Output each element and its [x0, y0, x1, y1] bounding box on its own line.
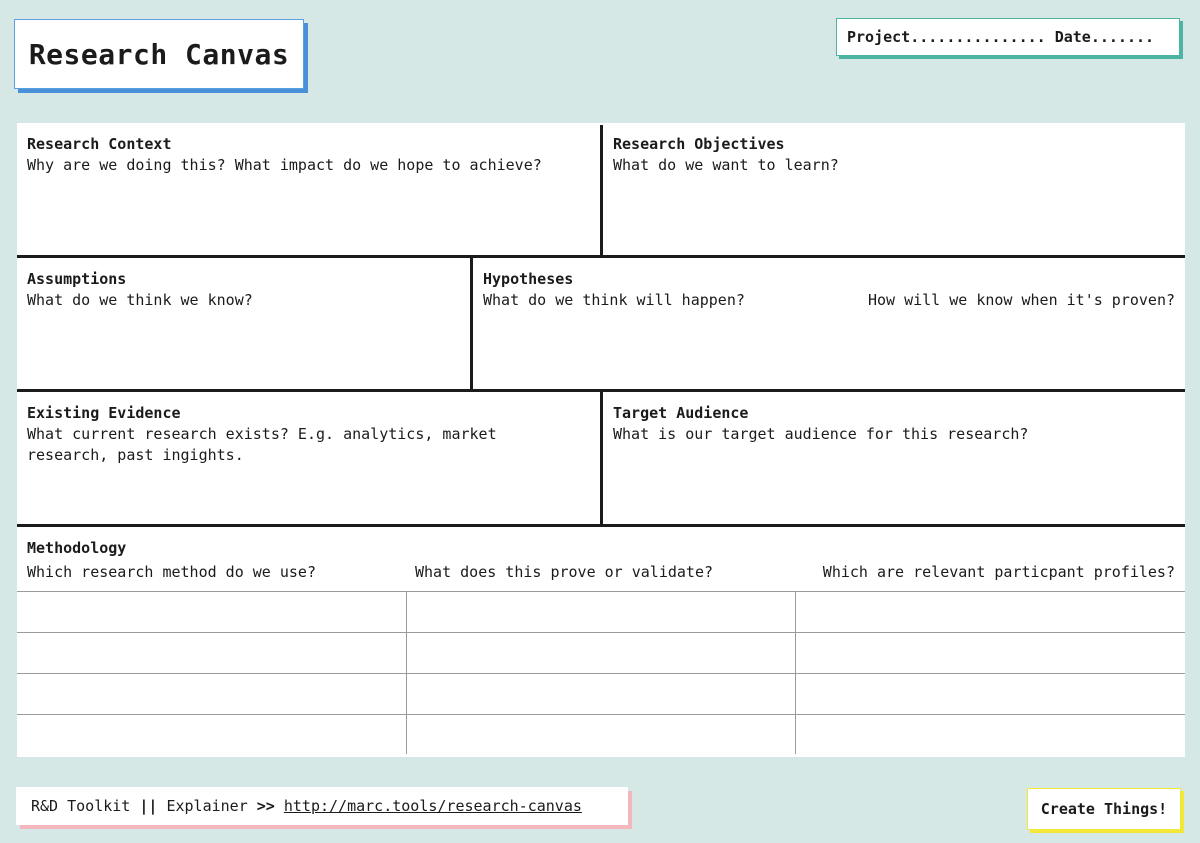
research-context-cell[interactable]: Research Context Why are we doing this? …	[17, 123, 600, 256]
existing-evidence-prompt: What current research exists? E.g. analy…	[27, 425, 497, 464]
page-title: Research Canvas	[14, 19, 304, 89]
methodology-grid-line	[406, 591, 407, 754]
research-objectives-cell[interactable]: Research Objectives What do we want to l…	[603, 123, 1185, 256]
methodology-method-question: Which research method do we use?	[27, 563, 316, 581]
target-audience-prompt: What is our target audience for this res…	[613, 425, 1029, 443]
methodology-grid-line	[17, 714, 1185, 715]
hypotheses-proof-prompt: How will we know when it's proven?	[867, 291, 1175, 309]
assumptions-title: Assumptions	[27, 270, 127, 288]
footer-toolkit-bar: R&D Toolkit || Explainer >> http://marc.…	[16, 787, 628, 825]
research-objectives-prompt: What do we want to learn?	[613, 156, 839, 174]
divider	[470, 258, 473, 389]
research-context-prompt: Why are we doing this? What impact do we…	[27, 156, 542, 174]
methodology-validate-question: What does this prove or validate?	[415, 563, 714, 581]
assumptions-cell[interactable]: Assumptions What do we think we know?	[17, 258, 470, 391]
divider	[17, 524, 1185, 527]
research-canvas: Research Context Why are we doing this? …	[17, 123, 1185, 757]
divider	[600, 392, 603, 524]
hypotheses-title: Hypotheses	[483, 270, 574, 288]
research-context-title: Research Context	[27, 135, 172, 153]
target-audience-title: Target Audience	[613, 404, 749, 422]
methodology-title: Methodology	[27, 539, 127, 557]
methodology-profiles-question: Which are relevant particpant profiles?	[822, 563, 1175, 581]
separator: ||	[139, 797, 158, 815]
explainer-link[interactable]: http://marc.tools/research-canvas	[284, 797, 582, 815]
target-audience-cell[interactable]: Target Audience What is our target audie…	[603, 392, 1185, 525]
hypotheses-prompts: What do we think will happen? How will w…	[483, 290, 1175, 311]
divider	[17, 255, 1185, 258]
assumptions-prompt: What do we think we know?	[27, 291, 253, 309]
methodology-grid-line	[795, 591, 796, 754]
methodology-grid-line	[17, 673, 1185, 674]
methodology-grid-line	[17, 591, 1185, 592]
arrow: >>	[256, 797, 275, 815]
divider	[600, 125, 603, 255]
existing-evidence-cell[interactable]: Existing Evidence What current research …	[17, 392, 600, 525]
research-objectives-title: Research Objectives	[613, 135, 785, 153]
toolkit-label: R&D Toolkit	[31, 797, 131, 815]
existing-evidence-title: Existing Evidence	[27, 404, 181, 422]
explainer-label: Explainer	[166, 797, 248, 815]
project-date-field[interactable]: Project............... Date.......	[836, 18, 1180, 56]
create-things-badge: Create Things!	[1027, 788, 1181, 830]
hypotheses-cell[interactable]: Hypotheses What do we think will happen?…	[473, 258, 1185, 391]
methodology-grid-line	[17, 632, 1185, 633]
hypotheses-prompt: What do we think will happen?	[483, 291, 745, 309]
